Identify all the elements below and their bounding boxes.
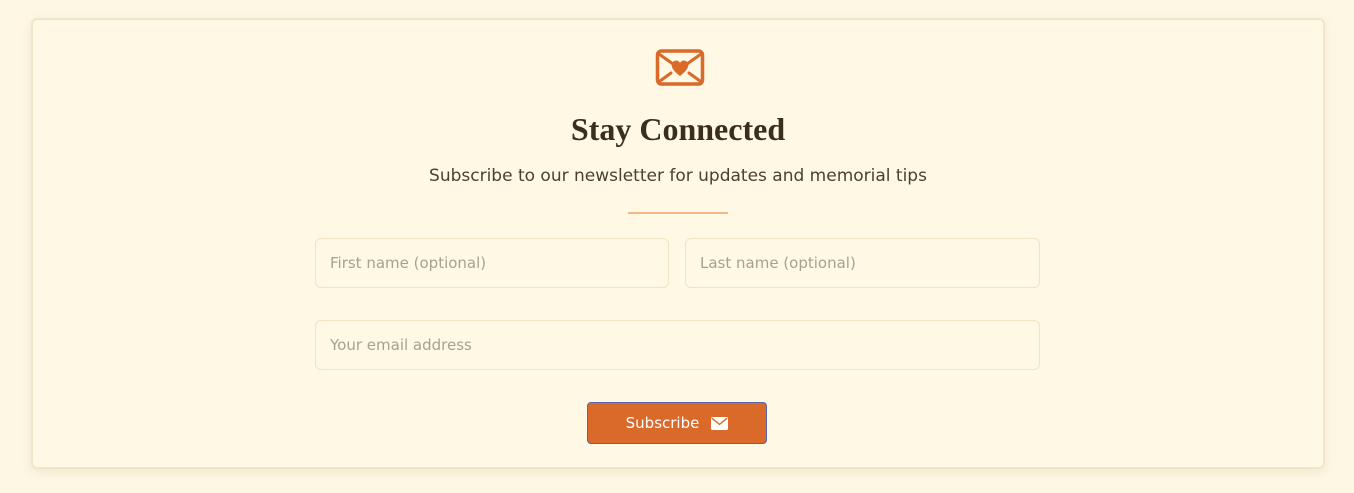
subscribe-button[interactable]: Subscribe xyxy=(587,402,767,444)
newsletter-subtitle: Subscribe to our newsletter for updates … xyxy=(429,166,927,186)
last-name-field[interactable] xyxy=(685,238,1040,288)
email-field[interactable] xyxy=(315,320,1040,370)
divider xyxy=(628,212,728,214)
envelope-icon xyxy=(711,416,729,430)
subscribe-button-label: Subscribe xyxy=(625,414,700,432)
first-name-field[interactable] xyxy=(315,238,669,288)
newsletter-card: Stay Connected Subscribe to our newslett… xyxy=(31,18,1325,469)
newsletter-title: Stay Connected xyxy=(570,111,786,147)
envelope-heart-icon xyxy=(655,48,705,88)
